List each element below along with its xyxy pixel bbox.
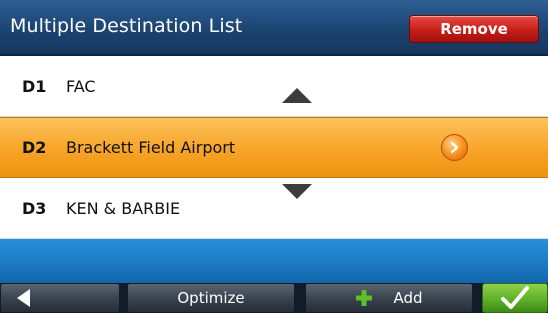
add-button-label: Add <box>393 289 423 307</box>
destination-name: KEN & BARBIE <box>66 198 181 218</box>
chevron-down-icon[interactable] <box>282 184 312 199</box>
destination-row-d2[interactable]: D2 Brackett Field Airport <box>0 117 548 178</box>
destination-row-d3[interactable]: D3 KEN & BARBIE <box>0 178 548 239</box>
destination-name: FAC <box>66 76 96 96</box>
destination-code: D3 <box>22 198 47 218</box>
remove-button[interactable]: Remove <box>409 15 539 43</box>
chevron-right-icon <box>450 141 459 154</box>
plus-icon <box>356 290 373 306</box>
arrow-right-circle-icon[interactable] <box>441 134 468 161</box>
destination-code: D2 <box>22 138 47 157</box>
back-button[interactable] <box>0 283 120 313</box>
header-bar: Multiple Destination List Remove <box>0 0 548 56</box>
destination-row-d1[interactable]: D1 FAC <box>0 56 548 117</box>
checkmark-icon <box>501 286 529 309</box>
optimize-button[interactable]: Optimize <box>127 283 295 313</box>
multiple-destination-screen: Multiple Destination List Remove D1 FAC … <box>0 0 548 313</box>
back-arrow-icon <box>17 289 30 307</box>
confirm-button[interactable] <box>482 283 548 313</box>
empty-list-area <box>0 239 548 283</box>
destination-code: D1 <box>22 76 47 96</box>
destination-name: Brackett Field Airport <box>66 138 236 157</box>
page-title: Multiple Destination List <box>10 15 243 37</box>
bottom-toolbar: Optimize Add <box>0 283 548 313</box>
destination-list: D1 FAC D2 Brackett Field Airport D3 KEN … <box>0 56 548 239</box>
add-button[interactable]: Add <box>305 283 473 313</box>
chevron-up-icon[interactable] <box>282 88 312 103</box>
